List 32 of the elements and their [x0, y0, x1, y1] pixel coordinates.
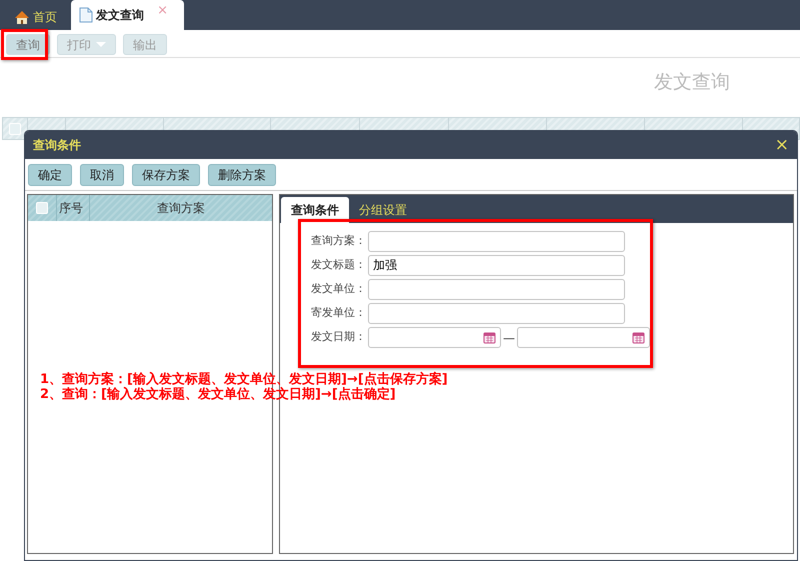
calendar-icon	[483, 331, 496, 344]
home-icon	[14, 10, 30, 24]
calendar-icon	[632, 331, 645, 344]
dialog-title: 查询条件	[33, 137, 81, 154]
page-title: 发文查询	[654, 70, 730, 95]
tab[interactable]: 分组设置	[349, 197, 417, 223]
field-label: 发文标题：	[311, 257, 367, 274]
input-field[interactable]: 加强	[368, 255, 625, 276]
dialog-button[interactable]: 删除方案	[208, 164, 276, 186]
field-label: 寄发单位：	[311, 305, 367, 322]
dialog-button[interactable]: 保存方案	[132, 164, 200, 186]
field-label: 发文日期：	[311, 329, 367, 346]
field-label: 查询方案：	[311, 233, 367, 250]
column-header: 序号	[59, 200, 83, 217]
caret-icon	[96, 42, 106, 47]
date-field[interactable]	[517, 327, 650, 348]
dialog-button[interactable]: 确定	[28, 164, 72, 186]
input-field[interactable]	[368, 279, 625, 300]
input-field[interactable]	[368, 303, 625, 324]
column-header: 查询方案	[157, 201, 205, 215]
date-field[interactable]	[368, 327, 501, 348]
checkbox[interactable]	[9, 122, 21, 134]
close-button[interactable]: ×	[774, 136, 789, 154]
field-label: 发文单位：	[311, 281, 367, 298]
dialog-button[interactable]: 取消	[80, 164, 124, 186]
range-separator: —	[503, 330, 515, 346]
input-field[interactable]	[368, 231, 625, 252]
tab[interactable]: 发文查询 ×	[71, 0, 184, 30]
tab[interactable]: 首页	[6, 4, 65, 30]
checkbox[interactable]	[36, 202, 48, 214]
tab[interactable]: 查询条件	[281, 197, 349, 223]
document-icon	[79, 7, 93, 23]
